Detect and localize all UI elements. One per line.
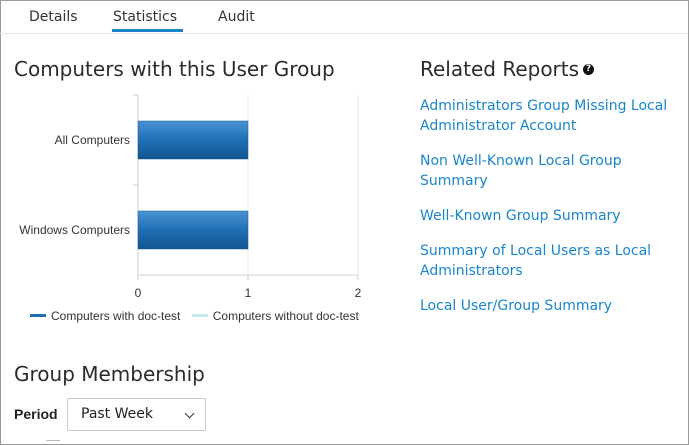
report-link-non-well-known-summary[interactable]: Non Well-Known Local Group Summary: [420, 151, 685, 191]
legend-label-with: Computers with doc-test: [51, 309, 181, 323]
report-link-local-users-as-admins[interactable]: Summary of Local Users as Local Administ…: [420, 241, 685, 281]
related-reports-list: Administrators Group Missing Local Admin…: [420, 96, 685, 331]
legend-item-with[interactable]: Computers with doc-test: [30, 309, 180, 323]
y-tick-label-1: Windows Computers: [19, 223, 130, 237]
report-link-local-user-group-summary[interactable]: Local User/Group Summary: [420, 296, 685, 316]
active-tab-indicator: [112, 29, 183, 32]
tab-bar: Details Statistics Audit: [0, 0, 687, 34]
legend-swatch-without: [191, 314, 208, 318]
group-membership-title: Group Membership: [14, 362, 205, 386]
bar-0-1: [137, 210, 249, 250]
chart-legend: Computers with doc-test Computers withou…: [30, 309, 367, 323]
chevron-down-icon: [184, 408, 195, 419]
tab-audit[interactable]: Audit: [218, 0, 255, 33]
legend-label-without: Computers without doc-test: [212, 309, 359, 323]
question-circle-icon[interactable]: ?: [583, 64, 595, 75]
computers-bar-chart: All Computers Windows Computers 0 1 2: [19, 94, 362, 300]
report-link-well-known-summary[interactable]: Well-Known Group Summary: [420, 206, 685, 226]
divider: [46, 440, 60, 441]
legend-item-without[interactable]: Computers without doc-test: [191, 309, 359, 323]
tab-details[interactable]: Details: [29, 0, 78, 33]
report-link-admin-group-missing[interactable]: Administrators Group Missing Local Admin…: [420, 96, 685, 136]
x-tick-label-2: 2: [355, 286, 362, 300]
period-select-value: Past Week: [81, 406, 153, 422]
computers-section-title: Computers with this User Group: [14, 57, 335, 81]
x-tick-label-1: 1: [245, 286, 252, 300]
period-label: Period: [14, 406, 58, 422]
bar-0-0: [137, 120, 249, 160]
y-tick-label-0: All Computers: [55, 133, 130, 147]
period-select[interactable]: Past Week: [67, 398, 206, 431]
related-reports-label: Related Reports: [420, 57, 580, 81]
x-tick-label-0: 0: [135, 286, 142, 300]
legend-swatch-with: [30, 314, 46, 318]
related-reports-title: Related Reports?: [420, 57, 595, 81]
